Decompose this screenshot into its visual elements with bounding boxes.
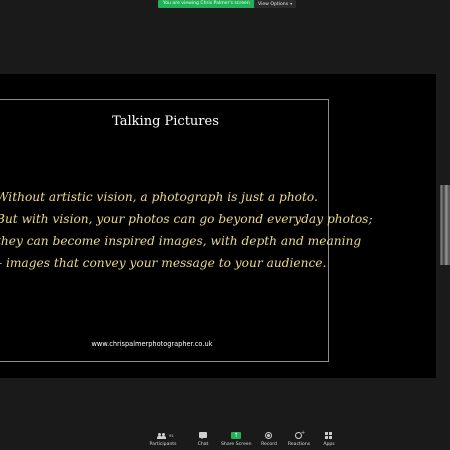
view-options-label: View Options (258, 2, 289, 7)
reactions-label: Reactions (287, 442, 311, 447)
record-label: Record (261, 442, 277, 447)
viewing-banner: You are viewing Chris Palmer's screen (158, 0, 255, 8)
quote-line: – images that convey your message to you… (0, 256, 327, 270)
apps-button[interactable]: Apps (314, 431, 344, 448)
reactions-button[interactable]: + Reactions (284, 430, 314, 448)
participants-icon: 91 (148, 431, 178, 441)
thumbnail-image (441, 185, 449, 265)
record-icon (254, 431, 284, 441)
chat-icon (188, 431, 218, 441)
share-screen-icon: ↑ (221, 431, 251, 441)
reactions-icon: + (284, 430, 314, 441)
participants-count: 91 (169, 433, 174, 438)
record-button[interactable]: Record (254, 431, 284, 448)
quote-line: But with vision, your photos can go beyo… (0, 212, 373, 226)
meeting-topbar: You are viewing Chris Palmer's screen Vi… (0, 0, 450, 10)
quote-line: Without artistic vision, a photograph is… (0, 190, 318, 204)
apps-label: Apps (323, 442, 335, 447)
chevron-down-icon: ▾ (290, 1, 293, 6)
meeting-toolbar: 91 Participants Chat ↑ Share Screen Reco… (0, 422, 450, 450)
share-screen-button[interactable]: ↑ Share Screen (221, 431, 252, 448)
slide-title: Talking Pictures (112, 114, 219, 129)
apps-icon (314, 431, 344, 441)
chat-button[interactable]: Chat (188, 431, 218, 448)
slide-quote: Without artistic vision, a photograph is… (0, 186, 373, 274)
video-thumbnail[interactable] (440, 185, 450, 265)
slide-website: www.chrispalmerphotographer.co.uk (91, 340, 213, 348)
participants-label: Participants (149, 442, 177, 447)
share-screen-label: Share Screen (221, 442, 252, 447)
quote-line: they can become inspired images, with de… (0, 234, 362, 248)
participants-button[interactable]: 91 Participants (148, 431, 178, 448)
chat-label: Chat (197, 442, 209, 447)
view-options-button[interactable]: View Options ▾ (254, 0, 297, 8)
